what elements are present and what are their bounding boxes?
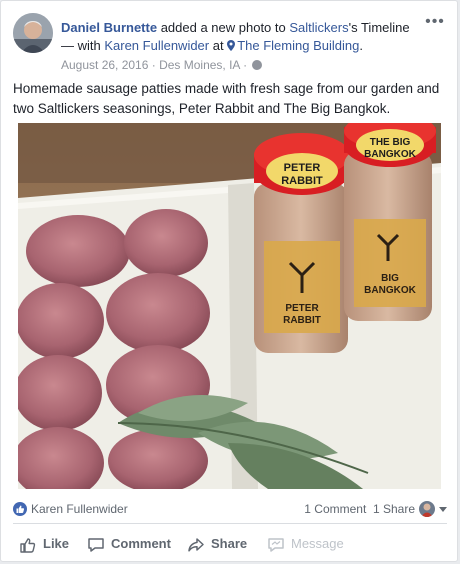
jar-left-lid-label-2: RABBIT [281,175,323,187]
peter-rabbit-jar: PETER RABBIT PETER RABBIT [254,133,350,353]
message-button[interactable]: Message [267,525,357,561]
post-meta: August 26, 2016 · Des Moines, IA · [61,57,431,73]
post-headline: Daniel Burnette added a new photo to Sal… [61,19,431,73]
with-prefix: — with [61,38,105,53]
location-pin-icon [227,40,236,51]
jar-right-lid-label-1: THE BIG [370,137,411,148]
chevron-down-icon[interactable] [439,507,447,512]
jar-left-side-label-1: PETER [285,303,319,314]
jar-left-lid-label-1: PETER [284,162,321,174]
post-stats: Karen Fullenwider 1 Comment 1 Share [13,497,447,521]
share-button[interactable]: Share [187,525,257,561]
tagged-person-link[interactable]: Karen Fullenwider [104,38,209,53]
place-suffix: . [359,38,363,53]
post-photo[interactable]: PETER RABBIT PETER RABBIT BIG BANGKOK TH… [18,123,441,489]
share-label: Share [211,536,248,551]
share-arrow-icon [188,538,204,552]
viewer-avatar[interactable] [419,501,435,517]
at-text: at [209,38,228,53]
target-page-link[interactable]: Saltlickers [289,20,348,35]
comment-label: Comment [111,536,171,551]
action-text: added a new photo to [157,20,290,35]
author-name-link[interactable]: Daniel Burnette [61,20,157,35]
target-suffix: 's Timeline [348,20,410,35]
more-options-button[interactable]: ••• [423,14,447,31]
post-card: Daniel Burnette added a new photo to Sal… [0,0,458,562]
jar-right-side-label-1: BIG [381,273,399,284]
globe-icon[interactable] [252,60,263,70]
message-bubble-icon [268,538,284,552]
post-caption: Homemade sausage patties made with fresh… [13,81,440,116]
reaction-names-link[interactable]: Karen Fullenwider [31,497,128,521]
message-label: Message [291,536,344,551]
big-bangkok-jar: BIG BANGKOK THE BIG BANGKOK [344,123,436,321]
comment-button[interactable]: Comment [87,525,177,561]
shares-count-link[interactable]: 1 Share [373,502,415,516]
engagement-counts: 1 Comment 1 Share [304,497,415,521]
thumbs-up-icon [20,538,36,553]
jar-left-side-label-2: RABBIT [283,315,321,326]
like-button[interactable]: Like [19,525,79,561]
jar-right-lid-label-2: BANGKOK [364,149,416,160]
like-label: Like [43,536,70,551]
post-date-link[interactable]: August 26, 2016 [61,58,148,72]
post-location-text: · Des Moines, IA · [148,58,251,72]
comments-count-link[interactable]: 1 Comment [304,502,366,516]
jar-right-side-label-2: BANGKOK [364,285,416,296]
comment-icon [88,538,104,552]
post-header: Daniel Burnette added a new photo to Sal… [13,13,447,72]
like-reaction-icon [13,502,27,516]
post-actions: Like Comment Share Message [13,525,447,561]
author-avatar[interactable] [13,13,53,53]
actions-divider [13,523,447,524]
place-link[interactable]: The Fleming Building [237,38,359,53]
